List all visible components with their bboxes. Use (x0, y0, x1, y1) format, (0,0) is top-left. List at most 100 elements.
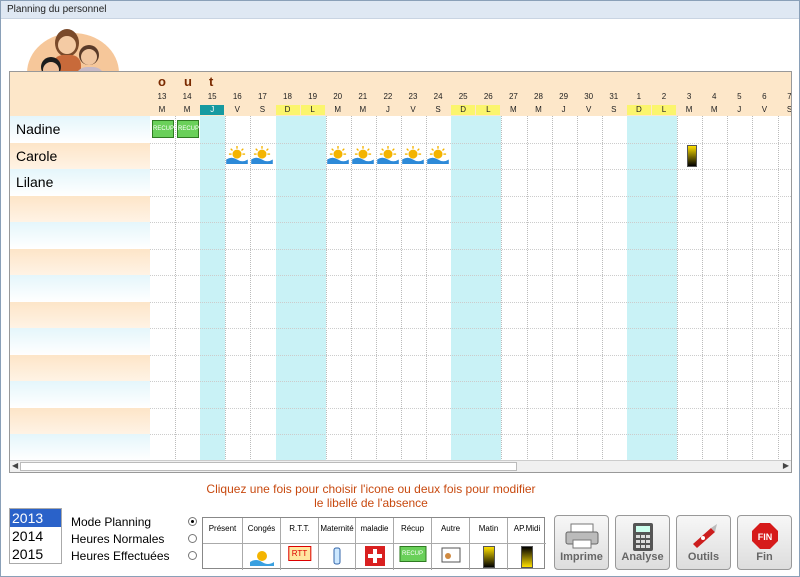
radio-icon[interactable] (188, 551, 197, 560)
calculator-icon (632, 523, 653, 551)
grid-line (150, 195, 791, 197)
grid-line (702, 116, 704, 461)
grid-line (677, 116, 679, 461)
horizontal-scrollbar[interactable]: ◀ ▶ (10, 460, 791, 472)
calendar-header: o u t 13 M 14 M 15 J 16 V 17 S 18 D 19 L 20 M 21 M 22 J 23 V 2… (10, 72, 791, 116)
day-number: 19 (308, 92, 318, 101)
highlighted-column (300, 116, 326, 461)
grid-line (150, 169, 791, 170)
day-letter: M (158, 105, 166, 114)
day-letter: V (761, 105, 768, 114)
sun-icon[interactable] (326, 146, 349, 164)
swiss-knife-icon (692, 524, 717, 548)
employee-row[interactable] (10, 328, 150, 355)
grid-line (752, 116, 754, 461)
grid-line (401, 116, 402, 461)
grid-line (551, 116, 553, 461)
legend-conges[interactable]: Congés (243, 518, 281, 570)
day-letter: D (451, 105, 476, 115)
legend-matin[interactable]: Matin (470, 518, 508, 570)
day-number: 28 (534, 92, 543, 101)
legend-autre[interactable]: Autre (432, 518, 470, 570)
help-message: Cliquez une fois pour choisir l'icone ou… (206, 482, 536, 510)
sun-icon[interactable] (377, 146, 399, 164)
mode-planning-option[interactable]: Mode Planning (71, 515, 197, 532)
scroll-right-icon[interactable]: ▶ (783, 461, 789, 470)
day-number: 24 (433, 92, 443, 101)
scroll-left-icon[interactable]: ◀ (12, 461, 18, 470)
year-list[interactable]: 2013 2014 2015 (9, 508, 62, 564)
highlighted-column (652, 116, 678, 461)
person-board-icon (441, 547, 460, 563)
grid-line (526, 116, 528, 461)
radio-icon[interactable] (188, 534, 197, 543)
grid-line (576, 116, 578, 461)
sun-icon[interactable] (251, 146, 274, 164)
day-letter: S (259, 105, 266, 114)
employee-row[interactable] (10, 222, 150, 249)
day-number: 25 (458, 92, 468, 101)
scroll-thumb[interactable] (20, 462, 517, 471)
grid-line (250, 116, 252, 461)
employee-row[interactable] (10, 434, 150, 461)
day-letter: S (611, 105, 617, 114)
sun-icon[interactable] (427, 146, 449, 164)
legend-recup[interactable]: Récup RECUP (394, 518, 432, 570)
legend-maladie[interactable]: maladie (356, 518, 394, 570)
employee-row[interactable] (10, 407, 150, 434)
sun-icon (249, 551, 274, 566)
mode-effectuees-option[interactable]: Heures Effectuées (71, 549, 197, 566)
day-number: 5 (737, 92, 742, 101)
sun-icon[interactable] (402, 146, 424, 164)
main-window: Planning du personnel o u t 13 M 14 M 15 J 16 V… (0, 0, 800, 577)
year-item[interactable]: 2013 (10, 509, 61, 527)
day-number: 15 (207, 92, 217, 101)
month-letter: u (184, 74, 192, 89)
sun-icon[interactable] (351, 146, 374, 164)
rtt-icon: RTT (287, 546, 312, 561)
analyse-button[interactable]: Analyse (615, 515, 670, 570)
employee-row[interactable] (10, 381, 150, 408)
recup-icon[interactable]: RECUP (152, 120, 174, 138)
outils-button[interactable]: Outils (676, 515, 731, 570)
window-title: Planning du personnel (7, 4, 107, 15)
employee-row[interactable]: Lilane (10, 169, 150, 196)
highlighted-column (476, 116, 502, 461)
mode-normales-option[interactable]: Heures Normales (71, 532, 197, 549)
day-number: 14 (182, 92, 192, 101)
grid-line (150, 381, 791, 382)
legend-present[interactable]: Présent (203, 518, 243, 570)
year-item[interactable]: 2015 (10, 545, 61, 563)
employee-row[interactable] (10, 195, 150, 222)
day-number: 29 (559, 92, 569, 101)
employee-row[interactable] (10, 248, 150, 275)
employee-row[interactable] (10, 301, 150, 328)
legend-apmidi[interactable]: AP.Midi (508, 518, 546, 570)
grid-line (175, 116, 177, 461)
medical-cross-icon (364, 546, 385, 566)
employee-row[interactable]: Nadine (10, 116, 150, 143)
employee-row[interactable] (10, 354, 150, 381)
employee-row[interactable]: Carole (10, 142, 150, 169)
radio-icon[interactable] (188, 517, 197, 526)
fin-button[interactable]: FIN Fin (737, 515, 792, 570)
employee-row[interactable] (10, 275, 150, 302)
grid-line (501, 116, 503, 461)
employee-name: Carole (16, 147, 58, 164)
legend-rtt[interactable]: R.T.T. RTT (281, 518, 319, 570)
imprime-button[interactable]: Imprime (554, 515, 609, 570)
sun-icon[interactable] (226, 146, 249, 164)
grid-line (150, 434, 791, 435)
day-number: 22 (383, 92, 393, 101)
day-number: 30 (584, 92, 594, 101)
planning-grid[interactable]: o u t 13 M 14 M 15 J 16 V 17 S 18 D 19 L 20 M 21 M 22 J 23 V 2… (9, 71, 792, 473)
month-letter: o (158, 74, 166, 89)
grid-line (150, 248, 791, 250)
day-letter: M (685, 105, 693, 114)
day-letter: L (476, 105, 501, 115)
day-letter: M (334, 105, 342, 114)
legend-maternite[interactable]: Maternité (319, 518, 356, 570)
year-item[interactable]: 2014 (10, 527, 61, 545)
recup-icon[interactable]: RECUP (177, 120, 199, 138)
matin-icon[interactable] (687, 145, 697, 167)
